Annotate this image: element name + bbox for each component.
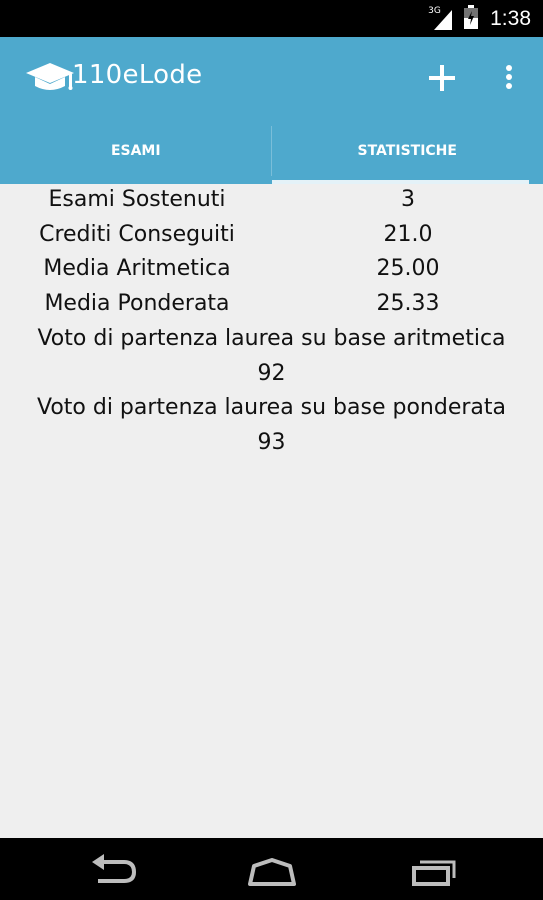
battery-icon (464, 4, 479, 33)
app-title: 110eLode (72, 60, 203, 90)
stat-value: 25.33 (376, 290, 440, 316)
action-bar: 110eLode (0, 37, 543, 118)
recent-apps-button[interactable] (404, 848, 460, 892)
stat-label: Media Ponderata (44, 290, 230, 316)
graduation-cap-icon[interactable] (24, 57, 76, 97)
add-button[interactable] (420, 57, 464, 99)
stat-row: Crediti Conseguiti 21.0 (0, 219, 543, 254)
stat-value: 25.00 (376, 256, 440, 281)
back-button[interactable] (88, 848, 140, 892)
tab-statistiche[interactable]: STATISTICHE (271, 118, 543, 184)
overflow-menu-button[interactable] (494, 57, 524, 99)
tab-bar: ESAMI STATISTICHE (0, 118, 543, 184)
statistics-panel: Esami Sostenuti 3 Crediti Conseguiti 21.… (0, 184, 543, 838)
home-button[interactable] (244, 848, 300, 892)
network-type: 3G (428, 5, 441, 16)
weighted-grade-value: 93 (257, 429, 286, 455)
weighted-grade-label: Voto di partenza laurea su base ponderat… (36, 395, 506, 420)
back-icon (92, 854, 137, 883)
stat-row: Esami Sostenuti 3 (0, 184, 543, 219)
stat-row: Media Aritmetica 25.00 (0, 253, 543, 288)
stat-value: 3 (401, 187, 415, 212)
status-bar: 3G 1:38 (0, 0, 543, 37)
stat-label: Media Aritmetica (43, 256, 231, 281)
stat-label: Esami Sostenuti (48, 187, 226, 212)
stat-label: Crediti Conseguiti (39, 221, 235, 247)
arithmetic-grade-label: Voto di partenza laurea su base aritmeti… (37, 326, 506, 351)
tab-label: ESAMI (110, 143, 161, 159)
overflow-menu-icon (506, 65, 512, 89)
status-icons: 3G 1:38 (428, 0, 531, 37)
tab-label: STATISTICHE (357, 143, 457, 159)
navigation-bar (0, 838, 543, 900)
recent-apps-icon (412, 860, 456, 886)
stat-value: 21.0 (383, 221, 433, 247)
signal-icon: 3G (428, 5, 456, 32)
arithmetic-grade-value: 92 (257, 360, 286, 386)
home-icon (248, 858, 296, 886)
stat-row: Media Ponderata 25.33 (0, 288, 543, 323)
plus-icon (429, 65, 455, 91)
clock: 1:38 (490, 6, 531, 30)
tab-esami[interactable]: ESAMI (0, 118, 272, 184)
